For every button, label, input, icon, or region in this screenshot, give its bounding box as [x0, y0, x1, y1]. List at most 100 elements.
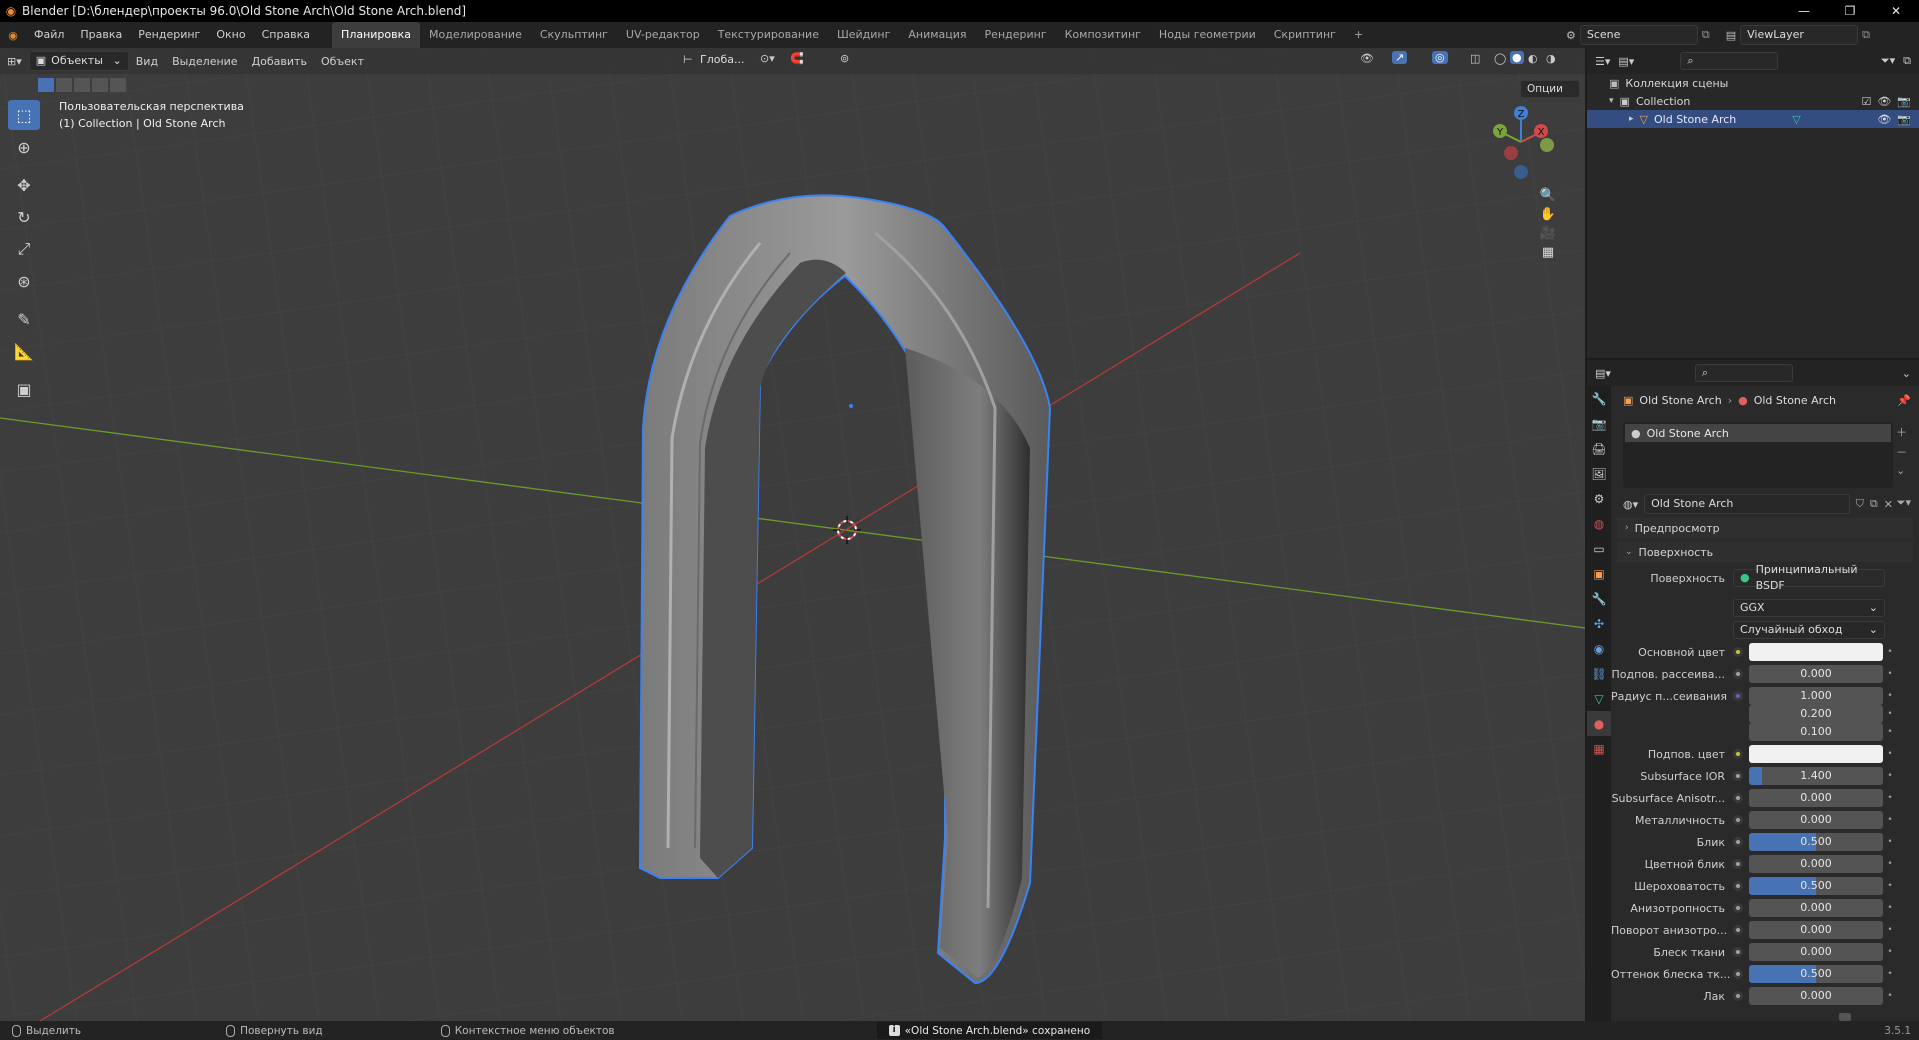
keyframe-dot-icon[interactable]: • — [1883, 859, 1897, 869]
tab-layout[interactable]: Планировка — [332, 22, 421, 48]
cursor-tool-icon[interactable]: ⊕ — [8, 132, 40, 162]
rotate-tool-icon[interactable]: ↻ — [8, 202, 40, 232]
pin-icon[interactable]: 📌 — [1897, 394, 1911, 407]
view-layer-tab-icon[interactable]: 🖼 — [1587, 461, 1611, 486]
tab-modeling[interactable]: Моделирование — [420, 22, 531, 48]
value-slider[interactable]: 0.500 — [1749, 833, 1883, 851]
value-slider[interactable]: 0.000 — [1749, 899, 1883, 917]
socket-dot-icon[interactable] — [1733, 969, 1743, 979]
menu-edit[interactable]: Правка — [72, 22, 130, 48]
annotate-tool-icon[interactable]: ✎ — [8, 304, 40, 334]
value-slider[interactable]: 0.500 — [1749, 965, 1883, 983]
menu-object[interactable]: Объект — [314, 55, 371, 68]
keyframe-dot-icon[interactable]: • — [1883, 925, 1897, 935]
tab-shading[interactable]: Шейдинг — [828, 22, 899, 48]
expand-chevron-icon[interactable]: ▸ — [1629, 114, 1634, 124]
3d-viewport[interactable]: ⊞▾ ▣ Объекты ⌄ Вид Выделение Добавить Об… — [0, 48, 1585, 1021]
select-new-icon[interactable] — [38, 78, 54, 92]
keyframe-dot-icon[interactable]: • — [1883, 749, 1897, 759]
value-slider[interactable]: 0.000 — [1749, 921, 1883, 939]
select-intersect-icon[interactable] — [110, 78, 126, 92]
viewport-canvas[interactable] — [0, 48, 1585, 1021]
properties-search-input[interactable]: ⌕ — [1694, 364, 1793, 382]
scene-field[interactable]: Scene — [1579, 25, 1698, 45]
menu-window[interactable]: Окно — [208, 22, 253, 48]
socket-dot-icon[interactable] — [1733, 837, 1743, 847]
link-filter-icon[interactable]: ⏷▾ — [1897, 496, 1911, 510]
material-name-field[interactable]: Old Stone Arch — [1644, 494, 1850, 514]
socket-dot-icon[interactable] — [1733, 881, 1743, 891]
overlay-toggle-icon[interactable]: ◎ — [1432, 51, 1448, 64]
outliner-row-old-stone-arch[interactable]: ▸ ▽ Old Stone Arch ▽ 👁 📷 — [1587, 110, 1919, 128]
add-cube-tool-icon[interactable]: ▣ — [8, 374, 40, 404]
transform-tool-icon[interactable]: ⊛ — [8, 266, 40, 296]
collection-tab-icon[interactable]: ▭ — [1587, 536, 1611, 561]
keyframe-dot-icon[interactable]: • — [1883, 881, 1897, 891]
keyframe-dot-icon[interactable]: • — [1883, 969, 1897, 979]
tab-compositing[interactable]: Композитинг — [1056, 22, 1150, 48]
data-tab-icon[interactable]: ▽ — [1587, 686, 1611, 711]
socket-dot-icon[interactable] — [1733, 669, 1743, 679]
socket-dot-icon[interactable] — [1733, 991, 1743, 1001]
proportional-edit-icon[interactable]: ⊚ — [840, 52, 849, 65]
physics-tab-icon[interactable]: ◉ — [1587, 636, 1611, 661]
tab-rendering[interactable]: Рендеринг — [976, 22, 1056, 48]
solid-shading-icon[interactable]: ● — [1510, 51, 1524, 64]
surface-shader-selector[interactable]: ● Принципиальный BSDF — [1733, 563, 1885, 592]
texture-tab-icon[interactable]: ▦ — [1587, 736, 1611, 761]
new-viewlayer-icon[interactable]: ⧉ — [1862, 28, 1870, 42]
value-slider[interactable]: 0.000 — [1749, 987, 1883, 1005]
transform-orientation-dropdown[interactable]: Глоба... — [700, 53, 744, 66]
value-slider[interactable]: 0.100 — [1749, 723, 1883, 741]
camera-icon[interactable]: 📷 — [1897, 95, 1911, 108]
options-dropdown[interactable]: Опции — [1520, 80, 1580, 98]
outliner-row-scene-collection[interactable]: ▣ Коллекция сцены — [1587, 74, 1919, 92]
scale-tool-icon[interactable]: ⤢ — [8, 234, 40, 264]
fake-user-shield-icon[interactable]: ⛉ — [1856, 497, 1864, 511]
viewlayer-field[interactable]: ViewLayer — [1740, 25, 1859, 45]
scrollbar[interactable] — [1839, 1013, 1851, 1021]
slot-menu-chevron-icon[interactable]: ⌄ — [1896, 464, 1907, 477]
socket-dot-icon[interactable] — [1733, 947, 1743, 957]
move-tool-icon[interactable]: ✥ — [8, 170, 40, 200]
value-slider[interactable]: 0.500 — [1749, 877, 1883, 895]
color-swatch[interactable] — [1749, 643, 1883, 661]
new-collection-icon[interactable]: ⧉ — [1903, 54, 1911, 68]
expand-chevron-icon[interactable]: ▾ — [1609, 96, 1614, 106]
display-mode-icon[interactable]: ▤▾ — [1618, 55, 1634, 68]
menu-select[interactable]: Выделение — [165, 55, 245, 68]
editor-type-icon[interactable]: ⊞▾ — [0, 55, 29, 68]
keyframe-dot-icon[interactable]: • — [1883, 793, 1897, 803]
keyframe-dot-icon[interactable]: • — [1883, 903, 1897, 913]
material-shading-icon[interactable]: ◐ — [1528, 52, 1538, 65]
menu-add[interactable]: Добавить — [245, 55, 314, 68]
socket-dot-icon[interactable] — [1733, 771, 1743, 781]
socket-dot-icon[interactable] — [1733, 903, 1743, 913]
xray-icon[interactable]: ◫ — [1470, 52, 1480, 65]
menu-render[interactable]: Рендеринг — [130, 22, 208, 48]
rendered-shading-icon[interactable]: ◑ — [1546, 52, 1556, 65]
socket-dot-icon[interactable] — [1733, 749, 1743, 759]
close-button[interactable]: ✕ — [1873, 0, 1919, 22]
mode-selector[interactable]: ▣ Объекты ⌄ — [28, 51, 129, 71]
wireframe-shading-icon[interactable]: ◯ — [1494, 52, 1506, 65]
render-tab-icon[interactable]: 📷 — [1587, 411, 1611, 436]
value-slider[interactable]: 0.000 — [1749, 811, 1883, 829]
minimize-button[interactable]: — — [1781, 0, 1827, 22]
new-scene-icon[interactable]: ⧉ — [1702, 28, 1710, 42]
socket-dot-icon[interactable] — [1733, 859, 1743, 869]
browse-material-icon[interactable]: ◍▾ — [1623, 498, 1638, 511]
pivot-icon[interactable]: ⊙▾ — [760, 52, 775, 65]
menu-help[interactable]: Справка — [254, 22, 318, 48]
keyframe-dot-icon[interactable]: • — [1883, 837, 1897, 847]
select-invert-icon[interactable] — [92, 78, 108, 92]
tab-scripting[interactable]: Скриптинг — [1265, 22, 1345, 48]
select-box-tool-icon[interactable]: ⬚ — [8, 100, 40, 130]
modifier-tab-icon[interactable]: 🔧 — [1587, 586, 1611, 611]
measure-tool-icon[interactable]: 📐 — [8, 336, 40, 366]
outliner-editor-icon[interactable]: ☰▾ — [1595, 55, 1610, 68]
unlink-x-icon[interactable]: ✕ — [1884, 498, 1893, 511]
object-tab-icon[interactable]: ▣ — [1587, 561, 1611, 586]
keyframe-dot-icon[interactable]: • — [1883, 771, 1897, 781]
surface-panel-header[interactable]: ⌄ Поверхность — [1617, 542, 1913, 562]
